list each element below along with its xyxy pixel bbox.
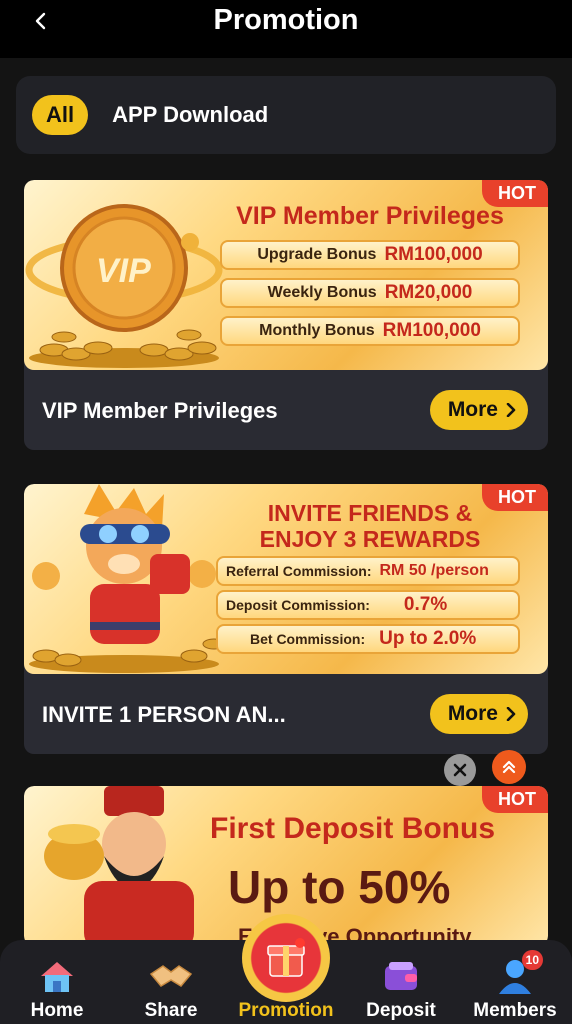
more-label: More [447, 702, 498, 725]
vip-coin-text: VIP [96, 252, 151, 290]
row-label: Bet Commission: [250, 631, 366, 647]
banner-big-text: Up to 50% [228, 861, 451, 913]
promotion-filter-bar: All APP Download [16, 76, 556, 154]
nav-deposit[interactable]: Deposit [344, 940, 458, 1024]
promotion-center-button[interactable] [242, 914, 330, 1002]
hot-badge: HOT [482, 786, 548, 813]
home-icon [35, 954, 79, 998]
row-value: RM 50 /person [379, 562, 489, 579]
banner-heading: VIP Member Privileges [236, 202, 504, 230]
tab-app-download[interactable]: APP Download [112, 102, 268, 128]
nav-label: Share [144, 1000, 198, 1021]
double-chevron-up-icon [502, 760, 516, 774]
more-button[interactable]: More [429, 390, 528, 430]
nav-label: Deposit [366, 1000, 436, 1021]
god-of-wealth-illustration [44, 786, 194, 946]
row-value: RM20,000 [384, 282, 473, 303]
close-icon [453, 763, 467, 777]
invite-banner[interactable]: HOT INVITE FRIENDS & ENJOY 3 REWARDS Ref… [24, 484, 548, 674]
page-title: Promotion [213, 4, 359, 36]
card-title: INVITE 1 PERSON AN... [42, 702, 286, 727]
weekly-bonus-row: Weekly Bonus RM20,000 [220, 278, 520, 308]
nav-members[interactable]: 10 Members [458, 940, 572, 1024]
more-label: More [447, 398, 498, 421]
row-value: Up to 2.0% [379, 628, 477, 649]
nav-share[interactable]: Share [114, 940, 228, 1024]
row-value: 0.7% [403, 594, 448, 615]
nav-home[interactable]: Home [0, 940, 114, 1024]
chevron-right-icon [506, 707, 516, 721]
card-title: VIP Member Privileges [42, 398, 278, 423]
row-label: Referral Commission: [226, 563, 372, 579]
nav-label: Promotion [238, 1000, 334, 1021]
row-value: RM100,000 [382, 320, 481, 341]
nav-label: Home [30, 1000, 84, 1021]
referral-commission-row: Referral Commission: RM 50 /person [216, 556, 520, 586]
scroll-top-button[interactable] [492, 750, 526, 784]
row-label: Deposit Commission: [226, 597, 370, 613]
deposit-commission-row: Deposit Commission: 0.7% [216, 590, 520, 620]
chevron-right-icon [506, 403, 516, 417]
user-icon: 10 [493, 950, 543, 998]
row-label: Weekly Bonus [267, 284, 377, 301]
row-label: Upgrade Bonus [257, 246, 377, 263]
promo-card-vip[interactable]: VIP HOT VIP Member Privileges Upgrade Bo… [24, 180, 548, 450]
handshake-icon [149, 954, 193, 998]
banner-heading-line2: ENJOY 3 REWARDS [259, 526, 481, 552]
fox-mascot-illustration [29, 484, 224, 673]
notification-badge: 10 [521, 950, 543, 970]
app-header: Promotion [0, 0, 572, 58]
card-footer: VIP Member Privileges More [24, 370, 548, 450]
vip-banner[interactable]: VIP HOT VIP Member Privileges Upgrade Bo… [24, 180, 548, 370]
nav-label: Members [473, 1000, 557, 1021]
row-label: Monthly Bonus [259, 322, 375, 339]
gift-icon [267, 938, 305, 977]
wallet-icon [379, 954, 423, 998]
upgrade-bonus-row: Upgrade Bonus RM100,000 [220, 240, 520, 270]
row-value: RM100,000 [384, 244, 483, 265]
tab-all[interactable]: All [32, 95, 89, 135]
more-button[interactable]: More [429, 694, 528, 734]
card-footer: INVITE 1 PERSON AN... More [24, 674, 548, 754]
close-floating-button[interactable] [444, 754, 476, 786]
banner-heading: First Deposit Bonus [210, 812, 496, 845]
banner-heading-line1: INVITE FRIENDS & [267, 500, 473, 526]
bet-commission-row: Bet Commission: Up to 2.0% [216, 624, 520, 654]
promo-card-invite[interactable]: HOT INVITE FRIENDS & ENJOY 3 REWARDS Ref… [24, 484, 548, 754]
monthly-bonus-row: Monthly Bonus RM100,000 [220, 316, 520, 346]
